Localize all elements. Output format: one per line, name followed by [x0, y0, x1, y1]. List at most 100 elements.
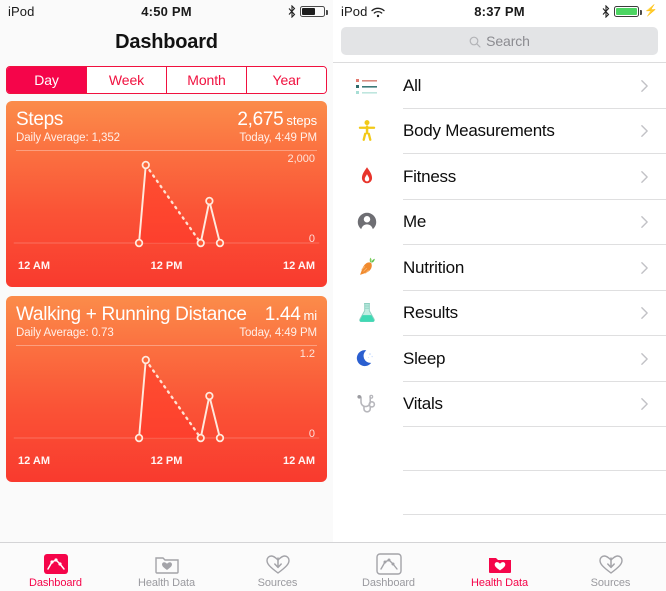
- card-steps-x-mid: 12 PM: [150, 260, 183, 272]
- card-distance-timestamp: Today, 4:49 PM: [239, 327, 317, 339]
- chevron-right-icon: [634, 124, 654, 138]
- card-distance-x-mid: 12 PM: [150, 455, 183, 467]
- card-steps-x-labels: 12 AM 12 PM 12 AM: [8, 260, 325, 272]
- card-distance-x-labels: 12 AM 12 PM 12 AM: [8, 455, 325, 467]
- heart-download-icon: [265, 549, 291, 575]
- charging-bolt-icon: ⚡: [644, 4, 658, 17]
- card-distance-x-end: 12 AM: [283, 455, 315, 467]
- page-title: Dashboard: [115, 30, 218, 53]
- tab-health-data[interactable]: Health Data: [111, 543, 222, 591]
- tab-dashboard[interactable]: Dashboard: [333, 543, 444, 591]
- left-phone-panel: iPod 4:50 PM Dashboard Day Week Month Ye…: [0, 0, 333, 591]
- person-head-icon: [347, 210, 387, 234]
- folder-heart-icon: [487, 549, 513, 575]
- card-steps-y-min: 0: [308, 233, 315, 245]
- list-item-vitals[interactable]: Vitals: [333, 381, 666, 427]
- card-walking-running-distance[interactable]: Walking + Running Distance 1.44 mi Daily…: [6, 296, 327, 482]
- list-item-all[interactable]: All: [333, 63, 666, 109]
- card-distance-title: Walking + Running Distance: [16, 304, 247, 325]
- tab-health-data[interactable]: Health Data: [444, 543, 555, 591]
- bluetooth-icon: [602, 4, 610, 18]
- card-steps[interactable]: Steps 2,675 steps Daily Average: 1,352 T…: [6, 101, 327, 287]
- card-distance-value-group: 1.44 mi: [265, 304, 317, 326]
- status-right-group: [288, 4, 328, 18]
- tab-dashboard-label: Dashboard: [29, 576, 82, 589]
- search-bar-wrap: Search: [333, 22, 666, 62]
- list-item-sleep[interactable]: Sleep: [333, 336, 666, 382]
- card-distance-x-start: 12 AM: [18, 455, 50, 467]
- moon-icon: [347, 347, 387, 371]
- card-distance-y-min: 0: [308, 428, 315, 440]
- card-distance-unit: mi: [303, 308, 317, 323]
- list-item-empty: [333, 471, 666, 515]
- chevron-right-icon: [634, 261, 654, 275]
- flame-icon: [347, 165, 387, 189]
- tab-health-data-label: Health Data: [471, 576, 528, 589]
- chevron-right-icon: [634, 215, 654, 229]
- list-item-fitness[interactable]: Fitness: [333, 154, 666, 200]
- chevron-right-icon: [634, 397, 654, 411]
- list-item-results-label: Results: [403, 303, 458, 323]
- tab-sources-label: Sources: [590, 576, 631, 589]
- list-item-sleep-label: Sleep: [403, 348, 446, 368]
- card-steps-title: Steps: [16, 109, 64, 130]
- card-steps-subtitle-row: Daily Average: 1,352 Today, 4:49 PM: [16, 132, 317, 144]
- card-steps-value-group: 2,675 steps: [237, 109, 317, 131]
- tab-sources-label: Sources: [257, 576, 298, 589]
- tab-health-data-label: Health Data: [138, 576, 195, 589]
- chevron-right-icon: [634, 170, 654, 184]
- segment-year[interactable]: Year: [246, 67, 326, 93]
- battery-charging-icon: [614, 5, 642, 17]
- list-item-empty: [333, 427, 666, 471]
- carrot-icon: [347, 256, 387, 280]
- chevron-right-icon: [634, 306, 654, 320]
- card-steps-daily-average: Daily Average: 1,352: [16, 132, 120, 144]
- segment-day[interactable]: Day: [7, 67, 86, 93]
- tab-sources[interactable]: Sources: [222, 543, 333, 591]
- body-figure-icon: [347, 118, 387, 144]
- card-distance-header: Walking + Running Distance 1.44 mi Daily…: [6, 296, 327, 339]
- left-tab-bar: Dashboard Health Data Sources: [0, 542, 333, 591]
- card-steps-timestamp: Today, 4:49 PM: [239, 132, 317, 144]
- carrier-label-right: iPod: [341, 3, 368, 19]
- tab-dashboard[interactable]: Dashboard: [0, 543, 111, 591]
- search-input[interactable]: Search: [341, 27, 658, 55]
- carrier-label: iPod: [8, 3, 35, 19]
- left-navigation-bar: Dashboard: [0, 22, 333, 62]
- list-item-fitness-label: Fitness: [403, 166, 457, 186]
- bluetooth-icon: [288, 4, 296, 18]
- list-item-me-label: Me: [403, 212, 427, 232]
- card-steps-y-max: 2,000: [287, 153, 315, 165]
- list-item-me[interactable]: Me: [333, 199, 666, 245]
- card-distance-value: 1.44: [264, 304, 301, 325]
- list-item-all-label: All: [403, 75, 422, 95]
- search-placeholder: Search: [486, 33, 530, 49]
- stethoscope-icon: [347, 392, 387, 416]
- right-status-bar: iPod 8:37 PM ⚡: [333, 0, 666, 22]
- dashboard-chart-icon: [375, 549, 402, 575]
- tab-sources[interactable]: Sources: [555, 543, 666, 591]
- segment-week[interactable]: Week: [86, 67, 166, 93]
- list-item-vitals-label: Vitals: [403, 394, 443, 414]
- list-item-results[interactable]: Results: [333, 290, 666, 336]
- card-distance-subtitle-row: Daily Average: 0.73 Today, 4:49 PM: [16, 327, 317, 339]
- card-steps-chart: 2,000 0 12 AM 12 PM 12 AM: [8, 151, 325, 279]
- flask-icon: [347, 301, 387, 325]
- status-time: 4:50 PM: [141, 3, 192, 19]
- health-categories-list: All Body Measurements Fitness Me Nutriti…: [333, 62, 666, 515]
- card-steps-x-start: 12 AM: [18, 260, 50, 272]
- chevron-right-icon: [634, 352, 654, 366]
- heart-download-icon: [598, 549, 624, 575]
- card-steps-unit: steps: [286, 113, 317, 128]
- tab-dashboard-label: Dashboard: [362, 576, 415, 589]
- segment-month[interactable]: Month: [166, 67, 246, 93]
- card-steps-x-end: 12 AM: [283, 260, 315, 272]
- status-right-group-right: ⚡: [602, 4, 658, 18]
- status-left-group-right: iPod: [341, 3, 386, 19]
- list-item-body-measurements[interactable]: Body Measurements: [333, 108, 666, 154]
- card-distance-title-row: Walking + Running Distance 1.44 mi: [16, 304, 317, 326]
- range-segmented-control[interactable]: Day Week Month Year: [6, 66, 327, 94]
- list-item-nutrition[interactable]: Nutrition: [333, 245, 666, 291]
- range-segmented-control-wrap: Day Week Month Year: [0, 62, 333, 101]
- card-steps-header: Steps 2,675 steps Daily Average: 1,352 T…: [6, 101, 327, 144]
